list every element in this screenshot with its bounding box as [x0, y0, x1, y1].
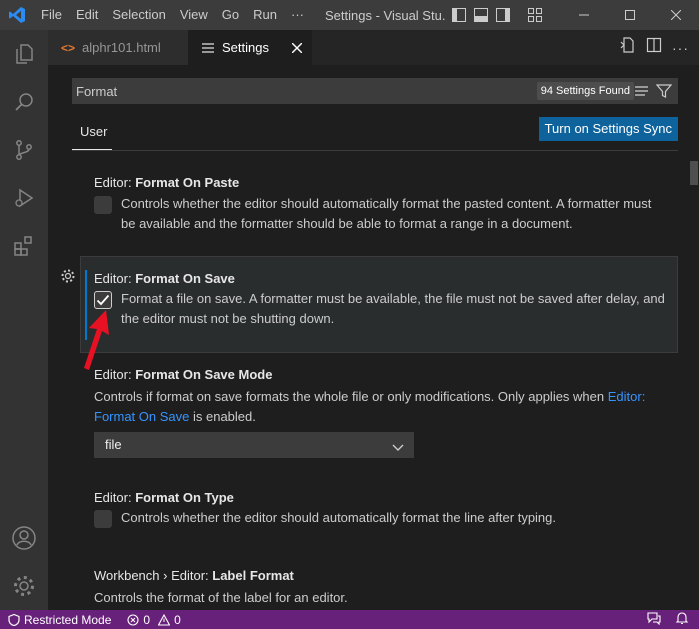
- setting-format-on-type: Editor: Format On Type: [80, 490, 678, 508]
- menu-go[interactable]: Go: [215, 0, 246, 30]
- setting-key: Format On Save: [135, 271, 235, 286]
- red-arrow-annotation-icon: [84, 310, 109, 370]
- setting-format-on-paste: Editor: Format On Paste: [80, 175, 678, 193]
- editor-tab-bar: <> alphr101.html Settings ···: [48, 30, 699, 65]
- open-settings-json-icon[interactable]: [620, 37, 636, 58]
- setting-key: Format On Type: [135, 490, 234, 505]
- setting-category: Workbench › Editor:: [94, 568, 213, 583]
- shield-icon: [8, 613, 20, 626]
- setting-title: Editor: Format On Save: [80, 271, 678, 289]
- setting-key: Format On Paste: [135, 175, 240, 190]
- filter-icon[interactable]: [655, 83, 673, 102]
- settings-tab-icon: [200, 42, 216, 53]
- setting-format-on-save-mode: Editor: Format On Save Mode Controls if …: [80, 367, 678, 427]
- setting-description: Controls whether the editor should autom…: [121, 196, 652, 231]
- error-count: 0: [143, 612, 151, 627]
- setting-format-on-save: Editor: Format On Save: [80, 271, 678, 289]
- results-count-badge: 94 Settings Found: [536, 82, 634, 100]
- setting-category: Editor:: [94, 271, 136, 286]
- settings-editor: Format 94 Settings Found User Turn on Se…: [48, 65, 699, 610]
- source-control-icon[interactable]: [0, 126, 48, 174]
- setting-title: Editor: Format On Paste: [80, 175, 678, 193]
- accounts-icon[interactable]: [0, 514, 48, 562]
- title-bar: File Edit Selection View Go Run ··· Sett…: [0, 0, 699, 30]
- more-actions-icon[interactable]: ···: [672, 40, 689, 56]
- setting-category: Editor:: [94, 175, 136, 190]
- restricted-mode-indicator[interactable]: Restricted Mode: [0, 610, 118, 629]
- activity-bar: [0, 30, 48, 610]
- settings-scope-tabs: User Turn on Settings Sync: [72, 117, 678, 151]
- menu-run[interactable]: Run: [246, 0, 284, 30]
- clear-filter-icon[interactable]: [634, 83, 650, 102]
- format-on-type-checkbox[interactable]: [94, 510, 112, 528]
- setting-category: Editor:: [94, 490, 136, 505]
- run-debug-icon[interactable]: [0, 174, 48, 222]
- explorer-icon[interactable]: [0, 30, 48, 78]
- setting-title: Editor: Format On Save Mode: [80, 367, 678, 385]
- setting-key: Label Format: [212, 568, 294, 583]
- split-editor-icon[interactable]: [646, 37, 662, 58]
- maximize-icon[interactable]: [607, 0, 653, 30]
- select-value: file: [105, 437, 122, 452]
- notifications-bell-icon[interactable]: [675, 611, 689, 628]
- close-window-icon[interactable]: [653, 0, 699, 30]
- setting-category: Editor:: [94, 367, 136, 382]
- tab-label: alphr101.html: [82, 40, 161, 55]
- search-value: Format: [76, 83, 118, 99]
- description-text: Controls if format on save formats the w…: [94, 389, 608, 404]
- chevron-down-icon: [391, 438, 405, 462]
- check-icon: [96, 294, 110, 306]
- error-icon: [127, 613, 139, 626]
- toggle-primary-sidebar-icon[interactable]: [451, 7, 467, 23]
- format-on-save-checkbox[interactable]: [94, 291, 112, 309]
- setting-description: Controls the format of the label for an …: [94, 590, 348, 605]
- tab-label: Settings: [222, 40, 269, 55]
- setting-title: Editor: Format On Type: [80, 490, 678, 508]
- status-bar: Restricted Mode 0 0: [0, 610, 699, 629]
- active-tab-indicator: [72, 149, 112, 150]
- setting-label-format: Workbench › Editor: Label Format Control…: [80, 568, 678, 608]
- toggle-panel-icon[interactable]: [473, 7, 489, 23]
- tab-settings[interactable]: Settings: [188, 30, 312, 65]
- format-on-save-mode-select[interactable]: file: [94, 432, 414, 458]
- setting-description: Format a file on save. A formatter must …: [121, 291, 665, 326]
- tab-user-settings[interactable]: User: [80, 124, 107, 139]
- warning-icon: [158, 613, 171, 626]
- settings-search-input[interactable]: Format 94 Settings Found: [72, 78, 678, 104]
- minimize-icon[interactable]: [561, 0, 607, 30]
- menu-bar: File Edit Selection View Go Run ···: [34, 0, 311, 30]
- menu-selection[interactable]: Selection: [105, 0, 172, 30]
- customize-layout-icon[interactable]: [527, 7, 543, 23]
- description-text: is enabled.: [189, 409, 256, 424]
- menu-view[interactable]: View: [173, 0, 215, 30]
- tab-alphr101-html[interactable]: <> alphr101.html: [48, 30, 188, 65]
- close-tab-icon[interactable]: [291, 40, 303, 56]
- toggle-secondary-sidebar-icon[interactable]: [495, 7, 511, 23]
- html-file-icon: <>: [60, 40, 75, 55]
- window-title: Settings - Visual Stu...: [325, 7, 445, 23]
- warning-count: 0: [174, 612, 181, 627]
- vscode-logo-icon: [0, 0, 34, 30]
- menu-more[interactable]: ···: [284, 0, 311, 30]
- search-icon[interactable]: [0, 78, 48, 126]
- extensions-icon[interactable]: [0, 222, 48, 270]
- restricted-mode-label: Restricted Mode: [24, 612, 112, 627]
- menu-edit[interactable]: Edit: [69, 0, 105, 30]
- problems-indicator[interactable]: 0 0: [127, 612, 181, 627]
- setting-key: Format On Save Mode: [135, 367, 273, 382]
- setting-gear-icon[interactable]: [60, 268, 76, 289]
- setting-description: Controls if format on save formats the w…: [80, 387, 650, 427]
- format-on-paste-checkbox[interactable]: [94, 196, 112, 214]
- manage-gear-icon[interactable]: [0, 562, 48, 610]
- menu-file[interactable]: File: [34, 0, 69, 30]
- feedback-icon[interactable]: [647, 611, 661, 628]
- setting-description: Controls whether the editor should autom…: [121, 510, 557, 525]
- vertical-scrollbar[interactable]: [690, 161, 698, 185]
- setting-title: Workbench › Editor: Label Format: [80, 568, 678, 586]
- turn-on-settings-sync-button[interactable]: Turn on Settings Sync: [538, 117, 678, 141]
